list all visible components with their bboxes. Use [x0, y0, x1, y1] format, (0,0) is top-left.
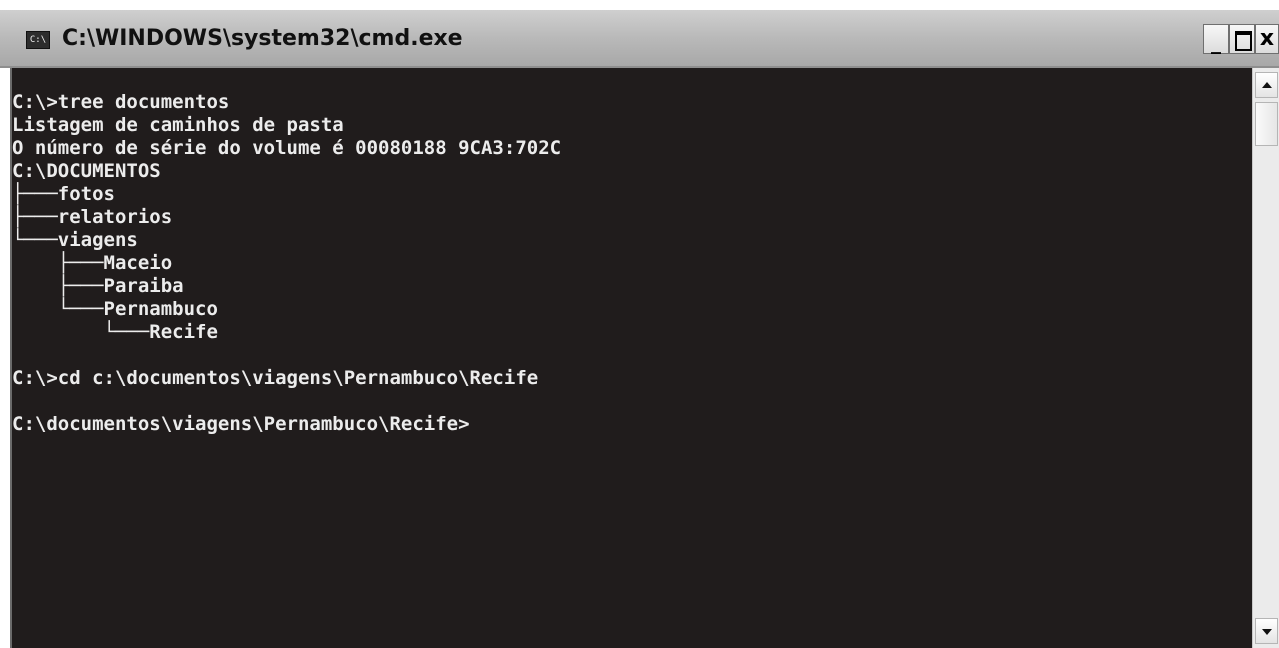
title-bar[interactable]: C:\ C:\WINDOWS\system32\cmd.exe _ x	[0, 10, 1279, 68]
arrow-up-icon	[1262, 82, 1272, 88]
maximize-icon	[1235, 31, 1252, 51]
cmd-window: C:\ C:\WINDOWS\system32\cmd.exe _ x C:\>…	[0, 0, 1279, 648]
scroll-thumb[interactable]	[1255, 102, 1278, 146]
console-text: C:\>tree documentos Listagem de caminhos…	[12, 91, 562, 435]
console-icon[interactable]: C:\	[26, 31, 50, 49]
scroll-up-button[interactable]	[1255, 72, 1278, 98]
minimize-button[interactable]: _	[1203, 24, 1229, 54]
console-output-area[interactable]: C:\>tree documentos Listagem de caminhos…	[10, 68, 1252, 648]
close-button[interactable]: x	[1255, 24, 1279, 54]
arrow-down-icon	[1262, 629, 1272, 635]
window-title: C:\WINDOWS\system32\cmd.exe	[62, 26, 463, 51]
scroll-down-button[interactable]	[1255, 618, 1278, 644]
maximize-button[interactable]	[1229, 24, 1255, 54]
vertical-scrollbar[interactable]	[1252, 68, 1279, 648]
